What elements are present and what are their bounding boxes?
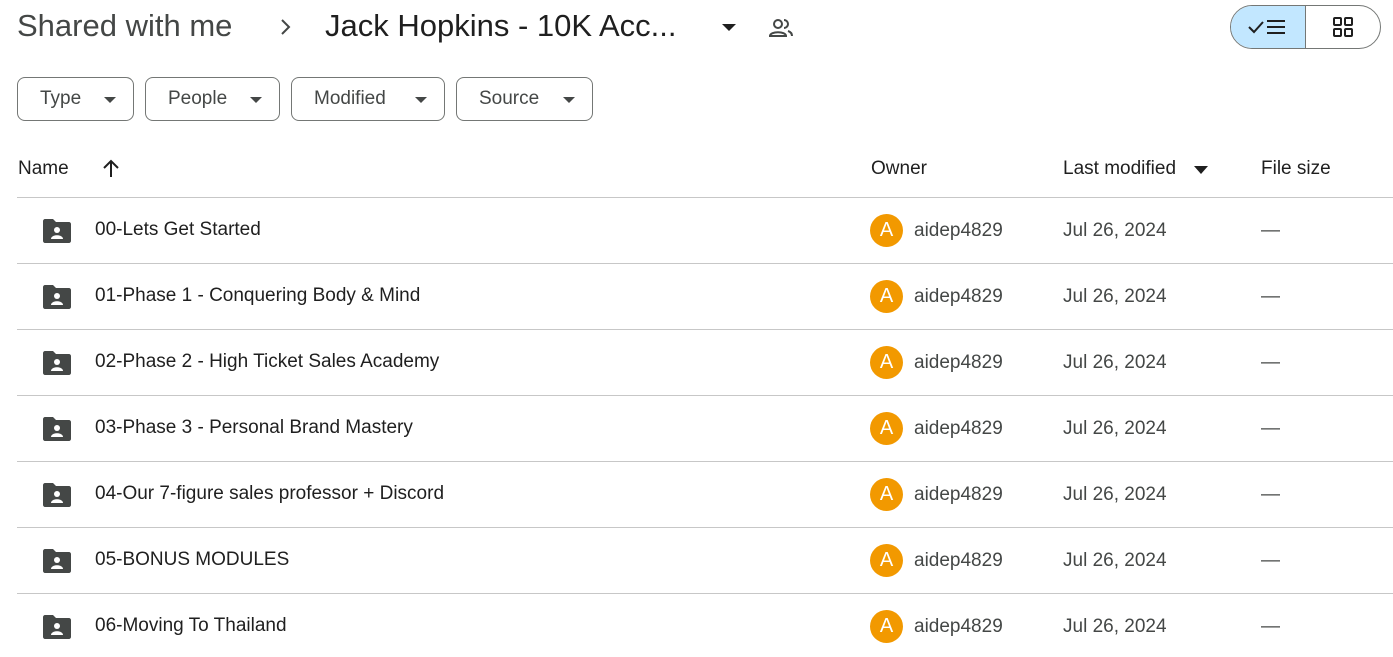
shared-folder-icon [43, 615, 71, 639]
file-name: 02-Phase 2 - High Ticket Sales Academy [95, 351, 440, 372]
last-modified: Jul 26, 2024 [1063, 286, 1167, 307]
caret-down-icon [415, 97, 427, 103]
file-size: — [1261, 616, 1280, 637]
breadcrumb-root[interactable]: Shared with me [17, 8, 232, 44]
owner-name: aidep4829 [914, 484, 1003, 505]
column-header-last-modified[interactable]: Last modified [1063, 158, 1176, 180]
filter-label: People [168, 88, 228, 109]
file-name: 01-Phase 1 - Conquering Body & Mind [95, 285, 421, 306]
filter-people[interactable]: People [145, 77, 280, 121]
owner-name: aidep4829 [914, 418, 1003, 439]
file-size: — [1261, 352, 1280, 373]
owner-name: aidep4829 [914, 550, 1003, 571]
avatar: A [870, 280, 903, 313]
owner-name: aidep4829 [914, 220, 1003, 241]
check-list-icon [1248, 20, 1285, 34]
shared-folder-icon [43, 483, 71, 507]
avatar: A [870, 346, 903, 379]
owner-name: aidep4829 [914, 616, 1003, 637]
arrow-up-icon[interactable] [100, 157, 122, 181]
file-size: — [1261, 220, 1280, 241]
file-size: — [1261, 550, 1280, 571]
table-row[interactable]: 03-Phase 3 - Personal Brand Mastery A ai… [17, 396, 1393, 462]
file-name: 04-Our 7-figure sales professor + Discor… [95, 483, 445, 504]
caret-down-icon[interactable] [1193, 165, 1209, 175]
file-name: 00-Lets Get Started [95, 219, 261, 240]
filter-label: Source [479, 88, 540, 109]
table-row[interactable]: 02-Phase 2 - High Ticket Sales Academy A… [17, 330, 1393, 396]
table-row[interactable]: 05-BONUS MODULES A aidep4829 Jul 26, 202… [17, 528, 1393, 594]
filter-source[interactable]: Source [456, 77, 593, 121]
avatar: A [870, 478, 903, 511]
shared-folder-icon [43, 219, 71, 243]
list-view-button[interactable] [1231, 6, 1306, 48]
last-modified: Jul 26, 2024 [1063, 550, 1167, 571]
last-modified: Jul 26, 2024 [1063, 418, 1167, 439]
last-modified: Jul 26, 2024 [1063, 616, 1167, 637]
grid-icon [1333, 17, 1353, 37]
table-row[interactable]: 06-Moving To Thailand A aidep4829 Jul 26… [17, 594, 1393, 657]
shared-folder-icon [43, 351, 71, 375]
avatar: A [870, 610, 903, 643]
file-size: — [1261, 418, 1280, 439]
chevron-right-icon [281, 19, 291, 35]
filter-modified[interactable]: Modified [291, 77, 445, 121]
caret-down-icon[interactable] [718, 17, 740, 37]
shared-folder-icon [43, 417, 71, 441]
avatar: A [870, 412, 903, 445]
column-header-owner: Owner [871, 158, 927, 179]
table-row[interactable]: 01-Phase 1 - Conquering Body & Mind A ai… [17, 264, 1393, 330]
column-header-name[interactable]: Name [18, 158, 69, 180]
file-size: — [1261, 484, 1280, 505]
file-name: 03-Phase 3 - Personal Brand Mastery [95, 417, 413, 438]
owner-name: aidep4829 [914, 352, 1003, 373]
view-toggle [1230, 5, 1381, 49]
file-name: 06-Moving To Thailand [95, 615, 287, 636]
header: Shared with me Jack Hopkins - 10K Acc... [0, 0, 1393, 56]
shared-folder-icon [43, 549, 71, 573]
filter-label: Type [40, 88, 82, 109]
owner-name: aidep4829 [914, 286, 1003, 307]
table-row[interactable]: 04-Our 7-figure sales professor + Discor… [17, 462, 1393, 528]
shared-folder-icon [43, 285, 71, 309]
file-size: — [1261, 286, 1280, 307]
filter-type[interactable]: Type [17, 77, 134, 121]
caret-down-icon [250, 97, 262, 103]
avatar: A [870, 544, 903, 577]
column-header-file-size: File size [1261, 158, 1331, 179]
grid-view-button[interactable] [1306, 6, 1380, 48]
breadcrumb-current[interactable]: Jack Hopkins - 10K Acc... [325, 8, 676, 44]
file-name: 05-BONUS MODULES [95, 549, 290, 570]
people-icon [768, 19, 793, 37]
last-modified: Jul 26, 2024 [1063, 220, 1167, 241]
caret-down-icon [563, 97, 575, 103]
last-modified: Jul 26, 2024 [1063, 352, 1167, 373]
last-modified: Jul 26, 2024 [1063, 484, 1167, 505]
table-row[interactable]: 00-Lets Get Started A aidep4829 Jul 26, … [17, 198, 1393, 264]
avatar: A [870, 214, 903, 247]
caret-down-icon [104, 97, 116, 103]
filter-label: Modified [314, 88, 386, 109]
